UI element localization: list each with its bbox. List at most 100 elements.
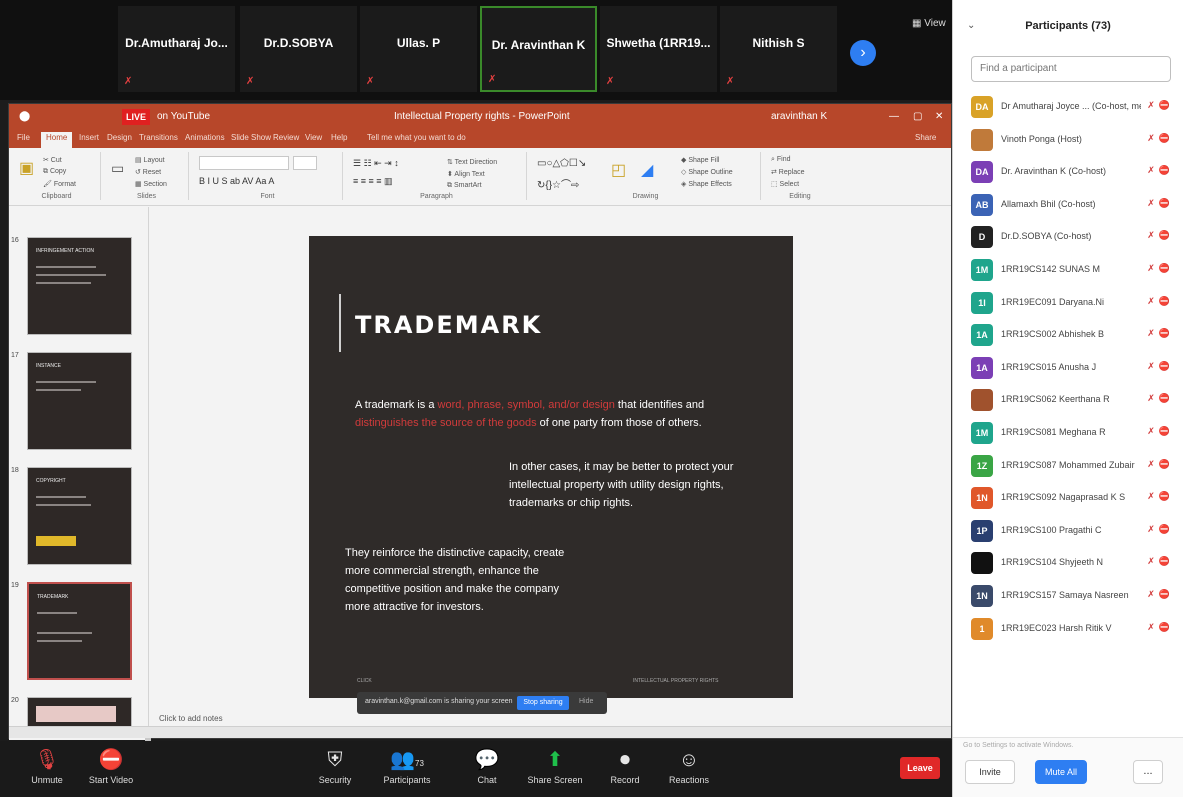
tab-transitions[interactable]: Transitions <box>139 133 178 142</box>
slide-thumbnail[interactable]: INFRINGEMENT ACTION <box>27 237 132 335</box>
participant-row[interactable]: 1I 1RR19EC091 Daryana.Ni ✗ ⛔ <box>953 287 1183 319</box>
video-tile[interactable]: Shwetha (1RR19... ✗ <box>600 6 717 92</box>
participant-row[interactable]: 1A 1RR19CS002 Abhishek B ✗ ⛔ <box>953 319 1183 351</box>
slide-thumbnail-selected[interactable]: TRADEMARK <box>27 582 132 680</box>
tab-slide-show[interactable]: Slide Show <box>231 133 271 142</box>
slide-thumbnail[interactable]: INSTANCE <box>27 352 132 450</box>
participant-row[interactable]: 1RR19CS062 Keerthana R ✗ ⛔ <box>953 384 1183 416</box>
reset-icon[interactable]: ↺ Reset <box>135 168 161 176</box>
mic-muted-icon: ✗ <box>1147 426 1155 436</box>
tab-design[interactable]: Design <box>107 133 132 142</box>
ribbon-group-label: Font <box>260 193 275 200</box>
bullets-numbering-icons[interactable]: ☰ ☷ ⇤ ⇥ ↕ <box>353 158 399 169</box>
mute-all-button[interactable]: Mute All <box>1035 760 1087 784</box>
arrange-icon[interactable]: ◰ <box>611 160 626 180</box>
participant-row[interactable]: 1P 1RR19CS100 Pragathi C ✗ ⛔ <box>953 515 1183 547</box>
mic-muted-icon: ✗ <box>606 76 615 87</box>
participant-row[interactable]: AB Allamaxh Bhil (Co-host) ✗ ⛔ <box>953 189 1183 221</box>
font-family-select[interactable] <box>199 156 289 170</box>
reactions-button[interactable]: ☺ Reactions <box>654 745 724 785</box>
copy-icon[interactable]: ⧉ Copy <box>43 168 66 176</box>
start-video-button[interactable]: ⛔ Start Video <box>76 745 146 785</box>
maximize-icon[interactable]: ▢ <box>913 111 922 122</box>
record-button[interactable]: ⏺ Record <box>590 745 660 785</box>
participant-row[interactable]: D Dr.D.SOBYA (Co-host) ✗ ⛔ <box>953 221 1183 253</box>
live-badge[interactable]: LIVE <box>122 109 151 125</box>
view-button[interactable]: ▦ View <box>912 18 946 29</box>
video-off-icon: ⛔ <box>1158 295 1170 306</box>
find-icon[interactable]: ⌕ Find <box>771 156 790 164</box>
shape-outline-icon[interactable]: ◇ Shape Outline <box>681 168 733 176</box>
tab-animations[interactable]: Animations <box>185 133 225 142</box>
mic-muted-icon: ✗ <box>488 74 497 85</box>
participant-row[interactable]: Vinoth Ponga (Host) ✗ ⛔ <box>953 124 1183 156</box>
video-tile[interactable]: Nithish S ✗ <box>720 6 837 92</box>
notes-placeholder[interactable]: Click to add notes <box>159 714 223 723</box>
participant-row[interactable]: 1A 1RR19CS015 Anusha J ✗ ⛔ <box>953 352 1183 384</box>
shape-effects-icon[interactable]: ◈ Shape Effects <box>681 180 732 188</box>
layout-icon[interactable]: ▤ Layout <box>135 156 165 164</box>
shape-fill-icon[interactable]: ◆ Shape Fill <box>681 156 719 164</box>
live-target[interactable]: on YouTube <box>157 111 210 122</box>
security-button[interactable]: ⛨ Security <box>300 745 370 785</box>
ppt-user-name[interactable]: aravinthan K <box>771 111 827 122</box>
participant-row[interactable]: 1Z 1RR19CS087 Mohammed Zubair ✗ ⛔ <box>953 450 1183 482</box>
format-painter-icon[interactable]: 🖌 Format <box>43 180 76 188</box>
tab-home[interactable]: Home <box>41 132 73 148</box>
tab-view[interactable]: View <box>305 133 322 142</box>
text-direction-icon[interactable]: ⇅ Text Direction <box>447 158 497 166</box>
participant-row[interactable]: 1M 1RR19CS142 SUNAS M ✗ ⛔ <box>953 254 1183 286</box>
more-options-button[interactable]: ... <box>1133 760 1163 784</box>
panel-footer: Go to Settings to activate Windows. Invi… <box>953 737 1183 797</box>
tab-insert[interactable]: Insert <box>79 133 99 142</box>
participant-row[interactable]: 1 1RR19EC023 Harsh Ritik V ✗ ⛔ <box>953 613 1183 645</box>
minimize-icon[interactable]: — <box>889 111 899 122</box>
bold-italic-underline-icons[interactable]: B I U S ab AV Aa A <box>199 176 274 186</box>
hide-banner-button[interactable]: Hide <box>579 698 593 705</box>
participant-row[interactable]: DA Dr Amutharaj Joyce ... (Co-host, me) ✗ ⛔ <box>953 91 1183 123</box>
smartart-icon[interactable]: ⧉ SmartArt <box>447 182 482 190</box>
leave-button[interactable]: Leave <box>900 757 940 779</box>
video-tile[interactable]: Dr.D.SOBYA ✗ <box>240 6 357 92</box>
shapes-gallery[interactable]: ▭○△⬠☐↘ <box>537 158 586 169</box>
new-slide-icon[interactable]: ▭ <box>111 160 124 177</box>
tell-me-search[interactable]: Tell me what you want to do <box>367 133 466 142</box>
participant-search-input[interactable] <box>980 63 1160 74</box>
shapes-gallery-row2[interactable]: ↻{}☆⌒⇨ <box>537 176 579 191</box>
participants-button[interactable]: 👥73 Participants <box>372 745 442 785</box>
participant-name: 1RR19CS015 Anusha J <box>1001 361 1097 372</box>
participant-row[interactable]: 1N 1RR19CS157 Samaya Nasreen ✗ ⛔ <box>953 580 1183 612</box>
align-text-icon[interactable]: ⬍ Align Text <box>447 170 485 178</box>
tab-review[interactable]: Review <box>273 133 299 142</box>
paste-icon[interactable]: ▣ <box>19 158 34 178</box>
cut-icon[interactable]: ✂ Cut <box>43 156 62 164</box>
participant-status: ✗ ⛔ <box>1147 165 1170 176</box>
participant-row[interactable]: 1N 1RR19CS092 Nagaprasad K S ✗ ⛔ <box>953 482 1183 514</box>
participant-row[interactable]: 1RR19CS104 Shyjeeth N ✗ ⛔ <box>953 547 1183 579</box>
participant-status: ✗ ⛔ <box>1147 426 1170 437</box>
invite-button[interactable]: Invite <box>965 760 1015 784</box>
section-icon[interactable]: ▦ Section <box>135 180 167 188</box>
tab-file[interactable]: File <box>17 133 30 142</box>
video-tile-active-speaker[interactable]: Dr. Aravinthan K ✗ <box>480 6 597 92</box>
font-size-select[interactable] <box>293 156 317 170</box>
alignment-icons[interactable]: ≡ ≡ ≡ ≡ ▥ <box>353 176 393 187</box>
participant-row[interactable]: DA Dr. Aravinthan K (Co-host) ✗ ⛔ <box>953 156 1183 188</box>
video-tile[interactable]: Dr.Amutharaj Jo... ✗ <box>118 6 235 92</box>
share-ppt-button[interactable]: Share <box>915 133 936 142</box>
participant-search-box[interactable] <box>971 56 1171 82</box>
video-tile[interactable]: Ullas. P ✗ <box>360 6 477 92</box>
next-page-icon[interactable]: › <box>850 40 876 66</box>
slide-thumbnail[interactable]: COPYRIGHT <box>27 467 132 565</box>
unmute-button[interactable]: 🎙 Unmute <box>12 745 82 785</box>
tab-help[interactable]: Help <box>331 133 347 142</box>
chat-button[interactable]: 💬 Chat <box>452 745 522 785</box>
quick-styles-icon[interactable]: ◢ <box>641 160 653 180</box>
replace-icon[interactable]: ⇄ Replace <box>771 168 805 176</box>
stop-sharing-button[interactable]: Stop sharing <box>517 696 569 710</box>
select-icon[interactable]: ⬚ Select <box>771 180 799 188</box>
participant-row[interactable]: 1M 1RR19CS081 Meghana R ✗ ⛔ <box>953 417 1183 449</box>
ribbon-home: ▣ ✂ Cut ⧉ Copy 🖌 Format Clipboard ▭ ▤ La… <box>9 148 951 206</box>
close-icon[interactable]: ✕ <box>935 111 943 122</box>
share-screen-button[interactable]: ⬆ Share Screen <box>520 745 590 785</box>
